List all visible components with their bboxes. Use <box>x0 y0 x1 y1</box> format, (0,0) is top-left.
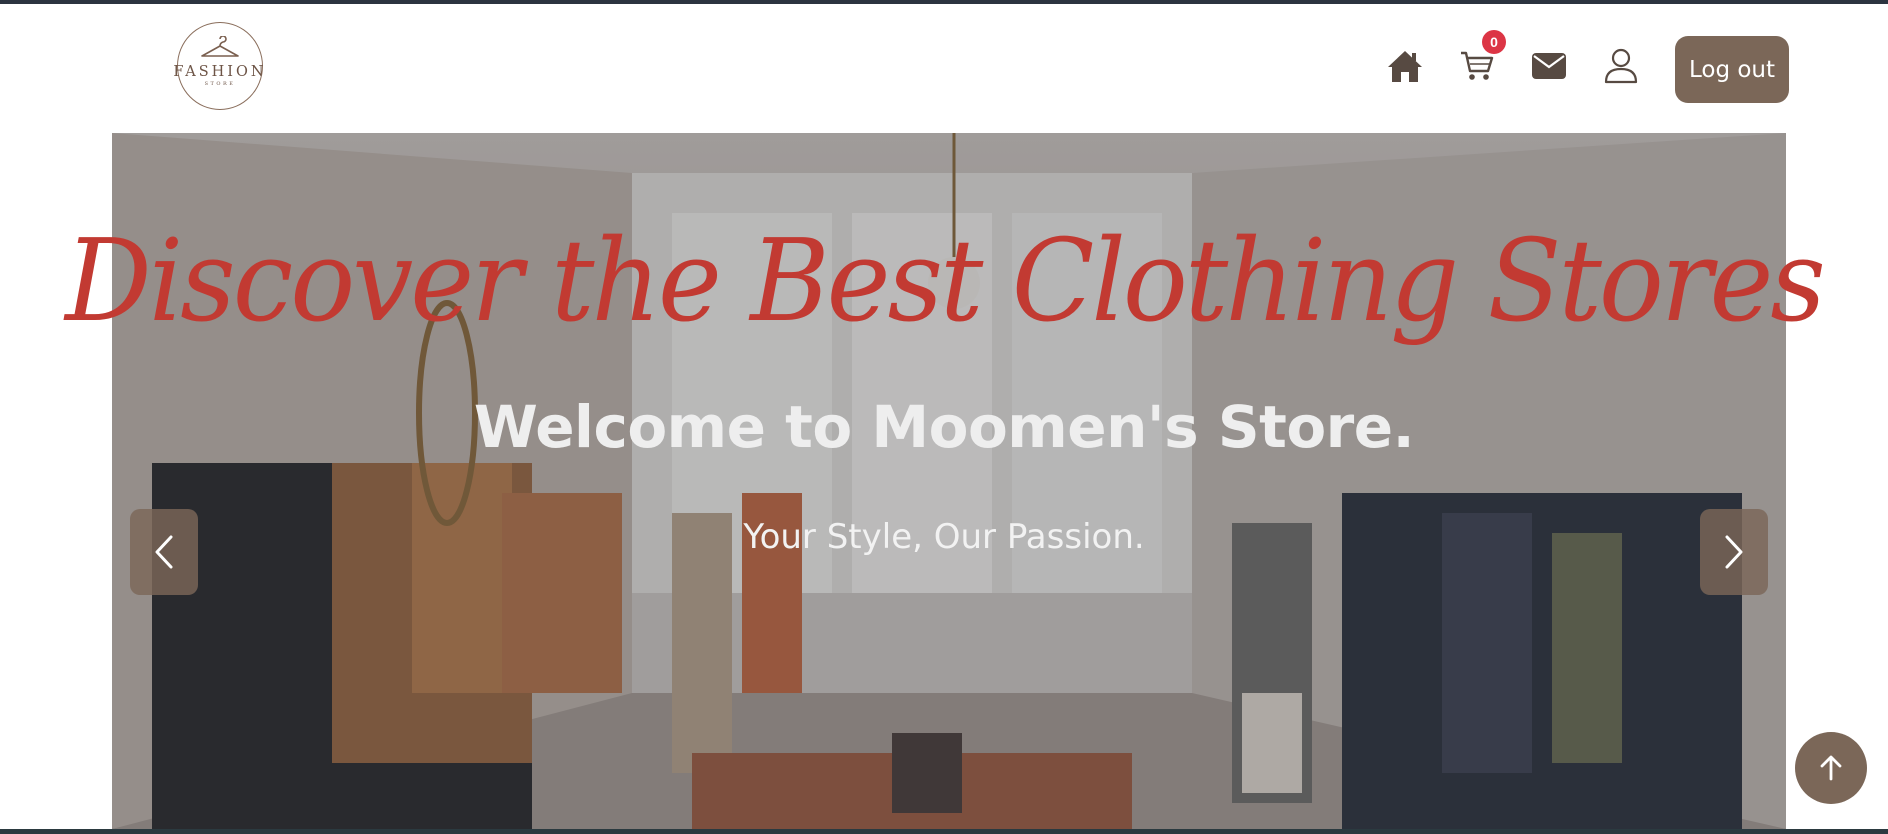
top-border <box>0 0 1888 4</box>
hero-welcome-heading: Welcome to Moomen's Store. <box>473 393 1415 461</box>
hero-tagline: Your Style, Our Passion. <box>743 517 1145 557</box>
logout-button[interactable]: Log out <box>1675 36 1789 103</box>
carousel-next-button[interactable] <box>1700 509 1768 595</box>
nav-mail[interactable] <box>1527 44 1571 88</box>
hanger-icon <box>201 36 239 57</box>
chevron-right-icon <box>1725 535 1743 569</box>
nav-profile[interactable] <box>1599 44 1643 88</box>
hero-script-title: Discover the Best Clothing Stores <box>65 215 1826 348</box>
home-icon <box>1388 51 1422 82</box>
arrow-up-icon <box>1820 755 1842 781</box>
user-icon <box>1604 48 1638 84</box>
logo-subtext: STORE <box>204 81 236 87</box>
store-logo[interactable]: FASHION STORE <box>168 22 272 114</box>
chevron-left-icon <box>155 535 173 569</box>
bottom-border <box>0 829 1888 834</box>
scroll-to-top-button[interactable] <box>1795 732 1867 804</box>
nav-home[interactable] <box>1383 44 1427 88</box>
mail-icon <box>1532 53 1566 79</box>
logo-text: FASHION <box>173 64 267 80</box>
carousel-prev-button[interactable] <box>130 509 198 595</box>
cart-icon <box>1461 51 1494 80</box>
cart-count-badge: 0 <box>1482 30 1506 54</box>
